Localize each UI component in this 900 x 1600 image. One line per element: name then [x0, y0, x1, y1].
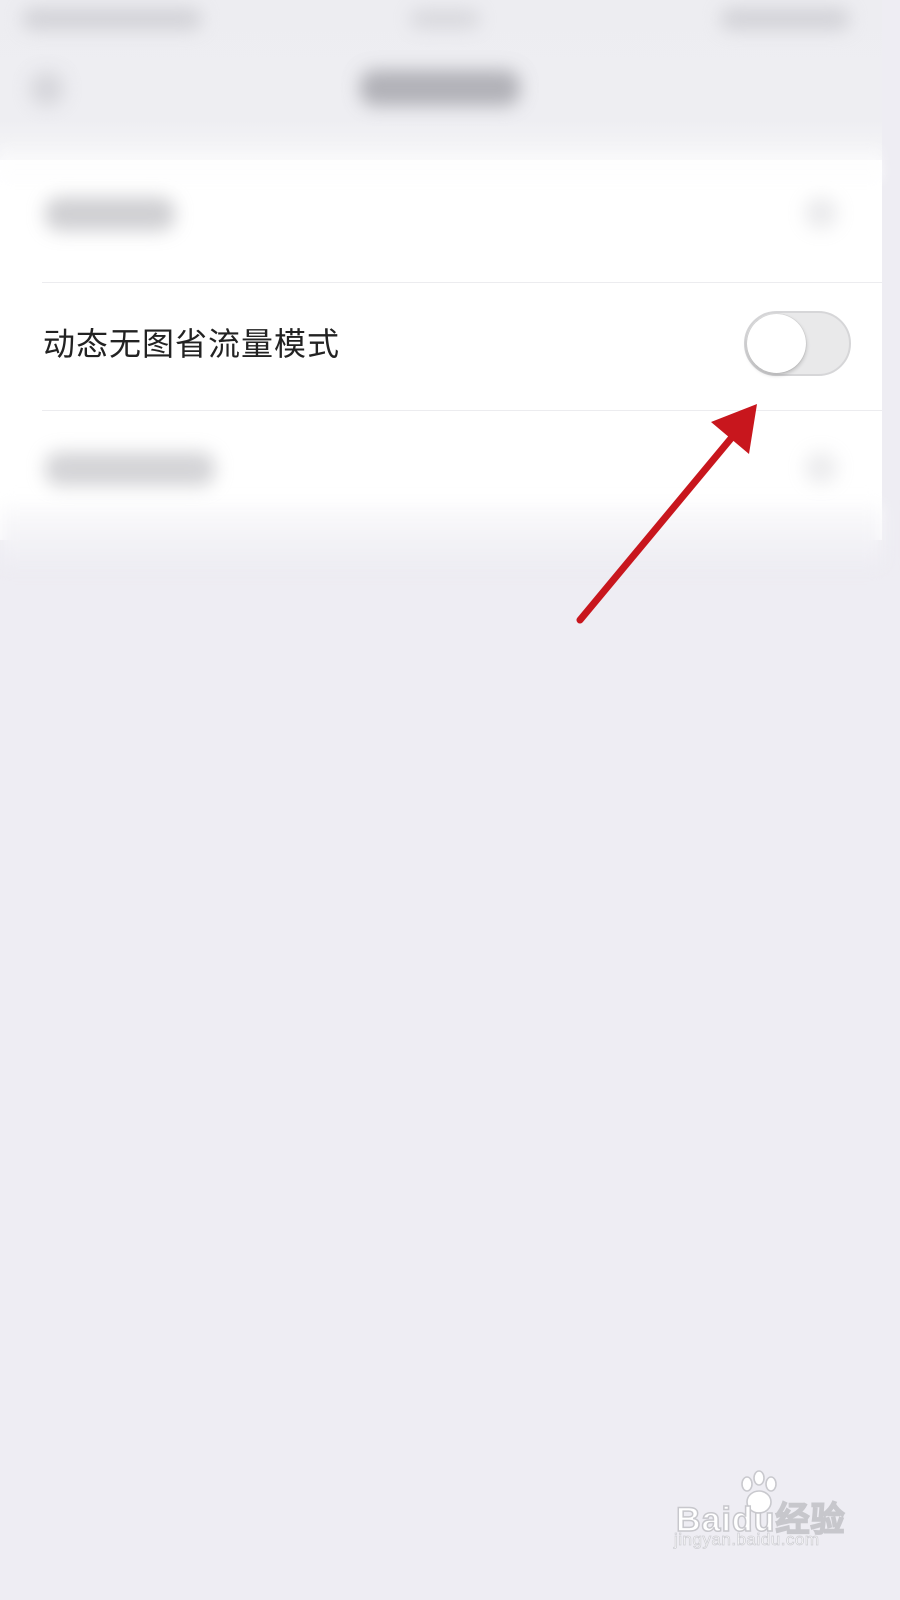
toggle-knob[interactable] [747, 314, 806, 373]
settings-row-label-blurred-3 [45, 452, 215, 486]
status-bar-time-blurred [410, 10, 480, 28]
no-image-mode-toggle[interactable] [744, 311, 851, 376]
watermark-url: jingyan.baidu.com [674, 1530, 820, 1550]
header-area [0, 0, 882, 160]
back-icon[interactable] [30, 72, 64, 106]
chevron-right-icon [805, 197, 837, 229]
page-title-blurred [360, 70, 520, 106]
status-bar-left-blurred [22, 8, 202, 30]
baidu-jingyan-watermark: Baidu经验 jingyan.baidu.com [674, 1470, 854, 1550]
status-bar-right-blurred [720, 8, 850, 30]
settings-row-label-blurred-1 [45, 197, 175, 231]
chevron-right-icon [805, 452, 837, 484]
setting-label: 动态无图省流量模式 [43, 325, 341, 363]
